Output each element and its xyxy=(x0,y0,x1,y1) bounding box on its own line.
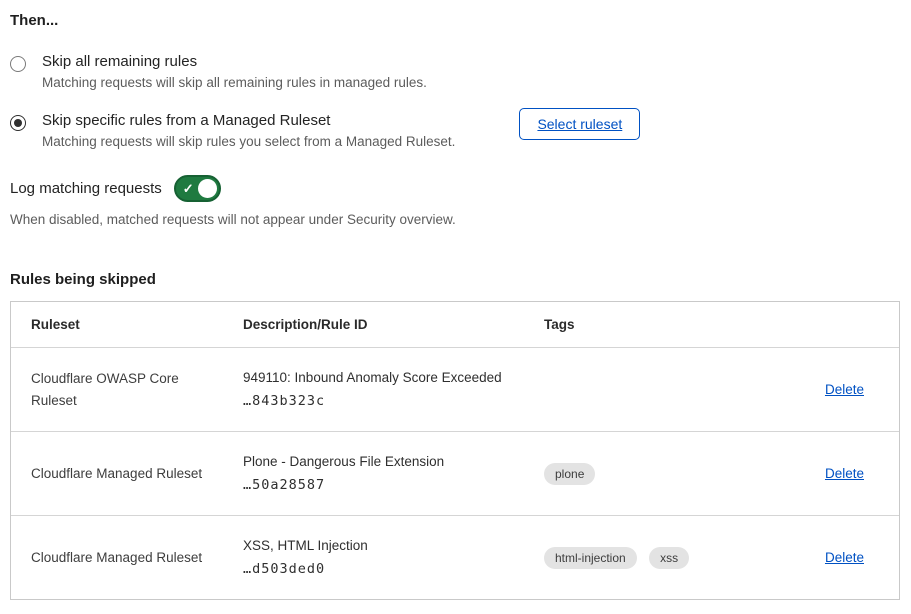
rule-id: …843b323c xyxy=(243,393,510,409)
table-row: Cloudflare Managed Ruleset XSS, HTML Inj… xyxy=(11,515,899,599)
log-matching-requests-toggle[interactable]: ✓ xyxy=(174,175,221,202)
option-skip-specific-rules: Skip specific rules from a Managed Rules… xyxy=(10,112,901,149)
log-matching-requests-row: Log matching requests ✓ xyxy=(10,175,901,202)
delete-cell: Delete xyxy=(781,381,899,399)
tags-cell: html-injection xss xyxy=(524,547,781,569)
rules-table: Ruleset Description/Rule ID Tags Cloudfl… xyxy=(10,301,900,600)
tag-badge: plone xyxy=(544,463,595,485)
rule-description: Plone - Dangerous File Extension xyxy=(243,454,510,469)
table-row: Cloudflare Managed Ruleset Plone - Dange… xyxy=(11,431,899,515)
ruleset-cell: Cloudflare Managed Ruleset xyxy=(11,547,223,569)
check-icon: ✓ xyxy=(183,181,194,197)
ruleset-cell: Cloudflare OWASP Core Ruleset xyxy=(11,368,223,411)
then-section-title: Then... xyxy=(10,12,901,29)
column-header-tags: Tags xyxy=(524,317,781,332)
radio-skip-all-rules[interactable] xyxy=(10,56,26,72)
option-description: Matching requests will skip rules you se… xyxy=(42,134,455,149)
option-description: Matching requests will skip all remainin… xyxy=(42,75,427,90)
log-description: When disabled, matched requests will not… xyxy=(10,212,901,227)
waf-rule-config-panel: Then... Skip all remaining rules Matchin… xyxy=(0,0,911,600)
description-cell: XSS, HTML Injection …d503ded0 xyxy=(223,538,524,577)
option-text: Skip specific rules from a Managed Rules… xyxy=(42,112,455,149)
rule-description: 949110: Inbound Anomaly Score Exceeded xyxy=(243,370,510,385)
column-header-ruleset: Ruleset xyxy=(11,314,223,336)
option-label: Skip all remaining rules xyxy=(42,53,427,70)
rules-being-skipped-title: Rules being skipped xyxy=(10,271,901,288)
table-row: Cloudflare OWASP Core Ruleset 949110: In… xyxy=(11,347,899,431)
delete-link[interactable]: Delete xyxy=(825,550,864,565)
ruleset-cell: Cloudflare Managed Ruleset xyxy=(11,463,223,485)
option-label: Skip specific rules from a Managed Rules… xyxy=(42,112,455,129)
rule-id: …50a28587 xyxy=(243,477,510,493)
delete-link[interactable]: Delete xyxy=(825,382,864,397)
delete-cell: Delete xyxy=(781,549,899,567)
tag-badge: html-injection xyxy=(544,547,637,569)
description-cell: 949110: Inbound Anomaly Score Exceeded …… xyxy=(223,370,524,409)
option-text: Skip all remaining rules Matching reques… xyxy=(42,53,427,90)
column-header-description: Description/Rule ID xyxy=(223,317,524,332)
rule-id: …d503ded0 xyxy=(243,561,510,577)
rule-description: XSS, HTML Injection xyxy=(243,538,510,553)
tag-badge: xss xyxy=(649,547,689,569)
description-cell: Plone - Dangerous File Extension …50a285… xyxy=(223,454,524,493)
radio-skip-specific-rules[interactable] xyxy=(10,115,26,131)
toggle-knob xyxy=(198,179,217,198)
select-ruleset-button[interactable]: Select ruleset xyxy=(519,108,640,140)
log-matching-requests-label: Log matching requests xyxy=(10,180,162,197)
table-header-row: Ruleset Description/Rule ID Tags xyxy=(11,302,899,347)
delete-cell: Delete xyxy=(781,465,899,483)
delete-link[interactable]: Delete xyxy=(825,466,864,481)
action-options: Skip all remaining rules Matching reques… xyxy=(10,53,901,149)
option-skip-all-rules[interactable]: Skip all remaining rules Matching reques… xyxy=(10,53,901,90)
tags-cell: plone xyxy=(524,463,781,485)
